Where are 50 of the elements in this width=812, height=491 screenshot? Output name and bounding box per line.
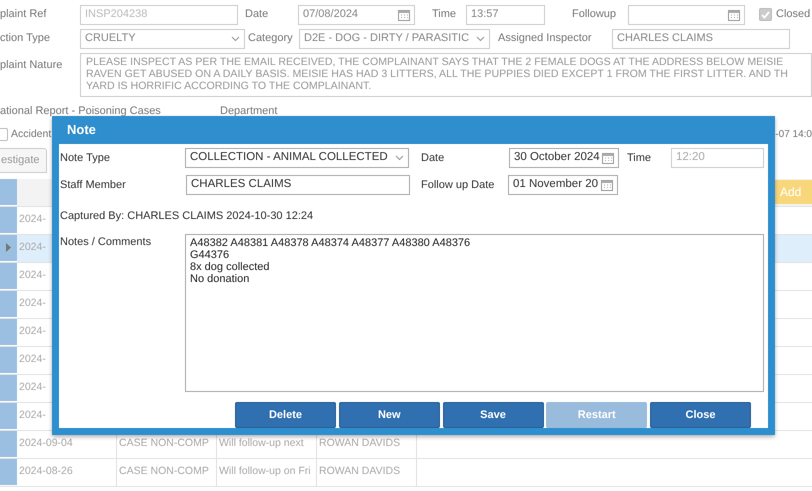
time-field[interactable]: 13:57: [466, 4, 545, 24]
table-cell: CASE NON-COMP: [117, 458, 217, 486]
table-cell: ROWAN DAVIDS: [317, 458, 417, 486]
field-label: Closed: [776, 7, 810, 22]
field-label: Assigned Inspector: [498, 31, 593, 46]
calendar-icon[interactable]: [601, 179, 613, 191]
date-field[interactable]: 30 October 2024: [509, 148, 619, 168]
dialog-button[interactable]: Close: [650, 402, 751, 428]
field-label: -07 14:0: [775, 128, 812, 142]
tab[interactable]: estigate: [0, 148, 47, 172]
table-cell: 2024-08-26: [17, 458, 117, 486]
date-field[interactable]: [628, 4, 745, 24]
caret-icon[interactable]: [476, 36, 485, 42]
notes-textarea[interactable]: A48382 A48381 A48378 A48374 A48377 A48380 A48376 G44376 8x dog collected No donation: [185, 234, 764, 392]
field-label: Staff Member: [60, 178, 127, 193]
field-label: ction Type: [0, 31, 51, 46]
field-label: Department: [220, 104, 278, 120]
caret-icon[interactable]: [395, 155, 404, 161]
calendar-icon[interactable]: [398, 8, 410, 20]
category-dropdown[interactable]: D2E - DOG - DIRTY / PARASITIC: [299, 28, 490, 48]
dialog-button[interactable]: New: [338, 402, 440, 428]
table-row[interactable]: 2024-08-26 CASE NON-COMP Will follow-up on Fri ROWAN DAVIDS: [0, 458, 812, 486]
type-dropdown[interactable]: CRUELTY: [80, 28, 245, 48]
field-label: Note Type: [60, 150, 111, 166]
dialog-button[interactable]: Save: [442, 402, 544, 428]
note-type-dropdown[interactable]: COLLECTION - ANIMAL COLLECTED: [185, 148, 409, 168]
inspector-field[interactable]: CHARLES CLAIMS: [612, 28, 790, 48]
date-field[interactable]: 07/08/2024: [298, 4, 415, 24]
field-label: Time: [432, 7, 458, 22]
dialog-button[interactable]: Delete: [235, 402, 336, 428]
caret-icon[interactable]: [231, 36, 240, 42]
calendar-icon[interactable]: [728, 8, 740, 20]
date-field[interactable]: 01 November 20: [508, 175, 618, 195]
complaint-textarea[interactable]: PLEASE INSPECT AS PER THE EMAIL RECEIVED, THE COMPLAINANT SAYS THAT THE 2 FEMALE DOGS AT THE ADDRESS BELOW MEISIE RAVEN GET ABUSED ON A DAILY BASIS. MEISIE HAS HAD 3 LITTERS, ALL THE PUPPIES DIED EXCEPT 1 FROM THE FIRST LITTER. AND TH YARD IS HORRIFIC ACCORDING TO THE COMPLAINANT.: [80, 53, 812, 97]
field-label: Category: [248, 31, 294, 46]
field-label: ational Report - Poisoning Cases: [0, 104, 162, 120]
dialog-title: Note: [66, 121, 97, 139]
field-label: Time: [627, 150, 652, 166]
field-label: plaint Ref: [0, 7, 48, 22]
row-pointer-icon: [6, 243, 11, 252]
calendar-icon[interactable]: [602, 152, 614, 164]
staff-field[interactable]: CHARLES CLAIMS: [186, 175, 410, 195]
table-cell: Will follow-up on Fri: [217, 458, 317, 486]
field-label: plaint Nature: [0, 58, 64, 73]
field-label: Follow up Date: [421, 178, 496, 193]
field-label: Date: [421, 150, 446, 166]
field-label: Date: [245, 7, 270, 22]
field-label: Followup: [572, 7, 618, 22]
checkbox[interactable]: [759, 8, 772, 21]
field-label: Accident: [11, 126, 52, 142]
